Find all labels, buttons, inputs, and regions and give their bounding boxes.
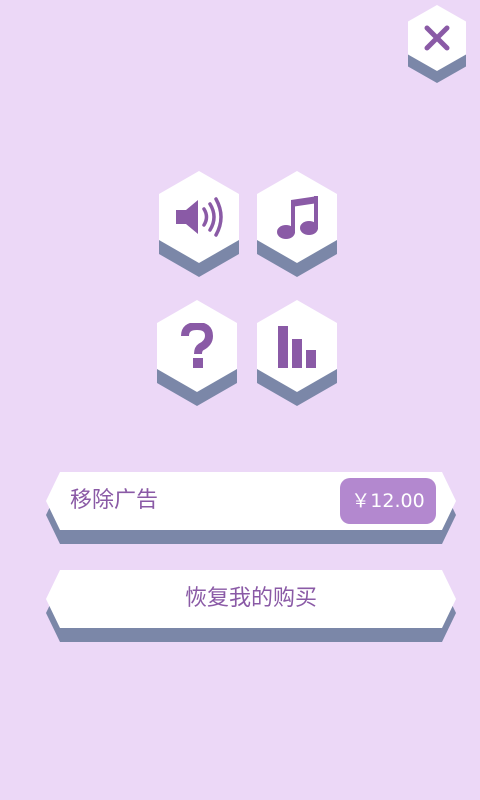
price-badge: ￥12.00	[340, 478, 436, 524]
question-mark-icon	[181, 323, 214, 368]
music-toggle-button[interactable]	[257, 171, 337, 277]
close-icon	[424, 25, 450, 51]
remove-ads-face: 移除广告 ￥12.00	[46, 472, 456, 530]
restore-purchase-label: 恢复我的购买	[184, 586, 317, 611]
restore-purchase-face: 恢复我的购买	[46, 570, 456, 628]
remove-ads-button[interactable]: 移除广告 ￥12.00	[46, 472, 456, 544]
remove-ads-label: 移除广告	[70, 488, 159, 513]
music-note-icon	[277, 196, 318, 239]
restore-purchase-button[interactable]: 恢复我的购买	[46, 570, 456, 642]
bar-chart-icon	[278, 326, 316, 368]
stats-button[interactable]	[257, 300, 337, 406]
sound-toggle-button[interactable]	[159, 171, 239, 277]
help-button[interactable]	[157, 300, 237, 406]
close-button[interactable]	[408, 5, 466, 83]
speaker-icon	[176, 197, 223, 237]
